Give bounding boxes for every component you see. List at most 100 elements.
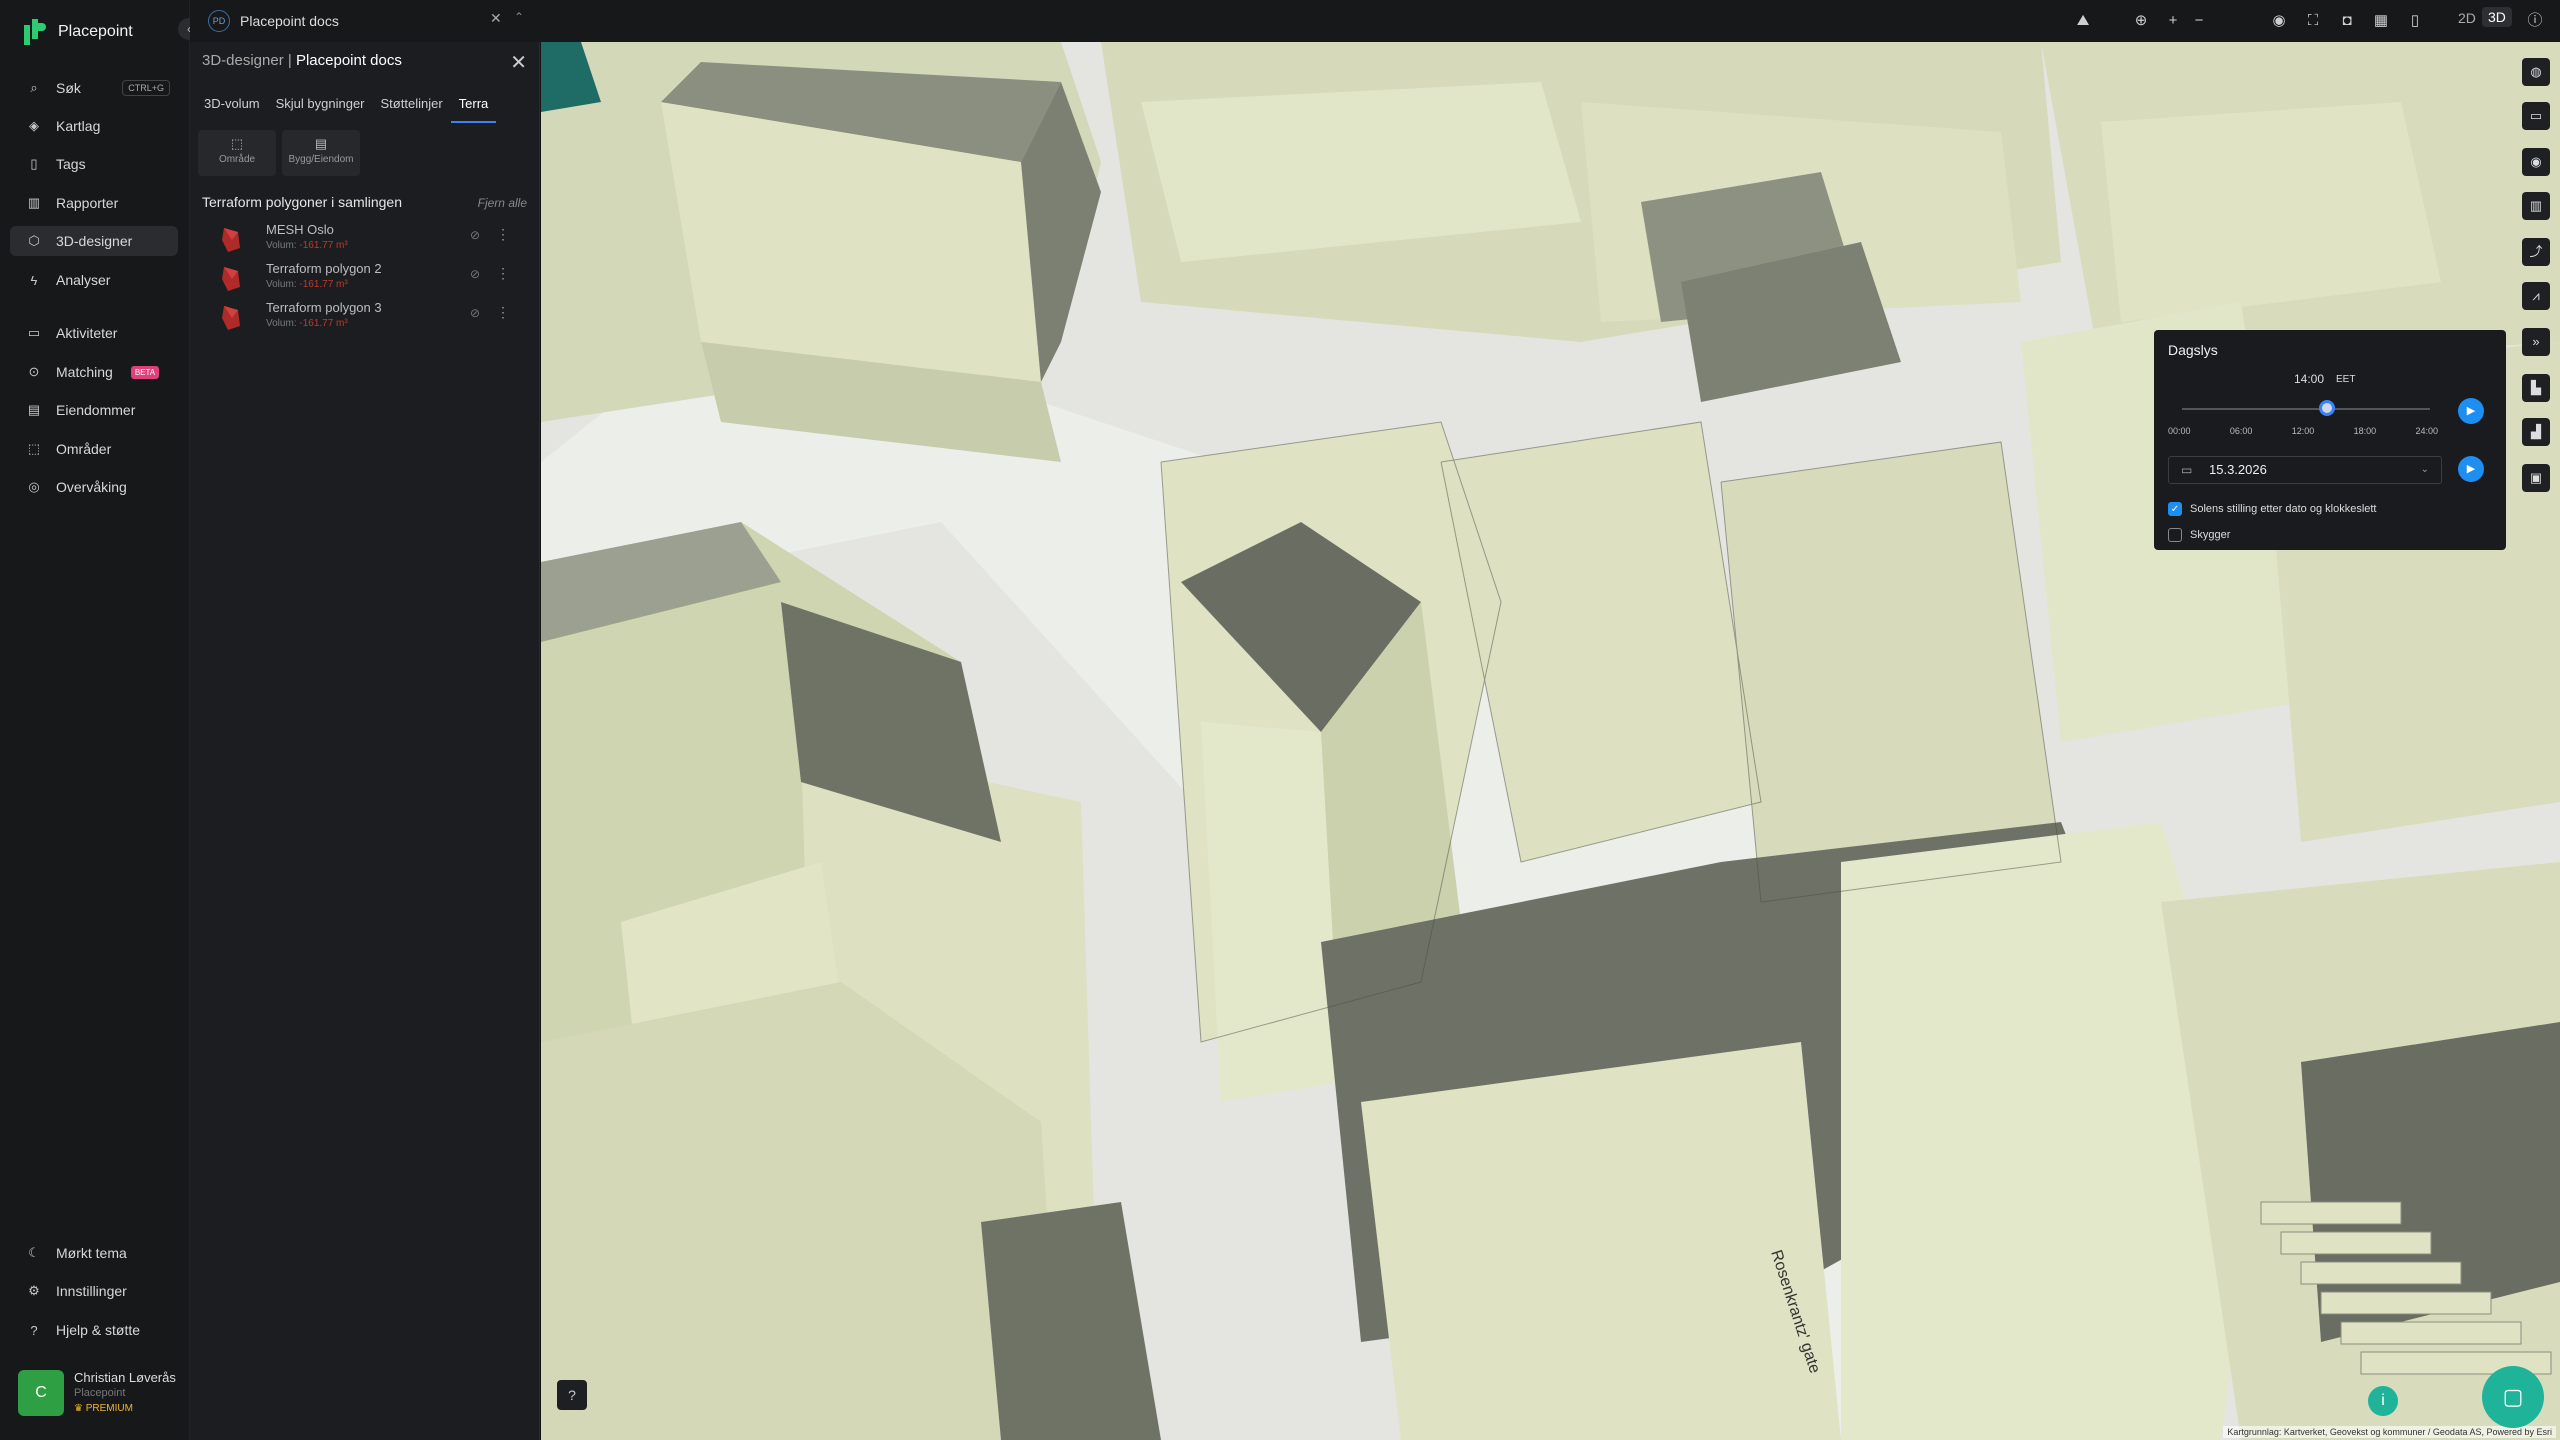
chat-button[interactable]: ▢ <box>2482 1366 2544 1428</box>
sidebar: Placepoint ‹ ⌕ Søk CTRL+G ◈ Kartlag ▯ Ta… <box>0 0 200 1440</box>
search-icon: ⌕ <box>30 80 38 95</box>
sidebar-item-search[interactable]: ⌕ Søk CTRL+G <box>10 73 178 103</box>
help-icon: ? <box>30 1322 38 1338</box>
sidebar-item-label: Områder <box>56 441 112 457</box>
sidebar-item-matching[interactable]: ⊙ Matching BETA <box>10 357 178 387</box>
expand-icon[interactable]: » <box>2522 328 2550 356</box>
polygon-thumbnail <box>222 306 240 330</box>
info-fab[interactable]: i <box>2368 1386 2398 1416</box>
tab-skjul-bygninger[interactable]: Skjul bygninger <box>268 90 373 123</box>
sun-chart-icon[interactable]: ▣ <box>2522 464 2550 492</box>
time-tick: 12:00 <box>2291 426 2315 436</box>
tab-terra[interactable]: Terra <box>450 90 497 123</box>
checkbox-unchecked[interactable] <box>2168 528 2182 542</box>
camera-icon[interactable]: ◘ <box>2336 10 2358 32</box>
tab-3d-volum[interactable]: 3D-volum <box>196 90 268 123</box>
sidebar-item-label: Mørkt tema <box>56 1245 127 1261</box>
more-vertical-icon[interactable]: ⋮ <box>496 265 510 282</box>
app-window: Placepoint ‹ ⌕ Søk CTRL+G ◈ Kartlag ▯ Ta… <box>0 0 2560 1440</box>
area-mode-button[interactable]: ⬚ Område <box>198 130 276 176</box>
sidebar-item-analyser[interactable]: ϟ Analyser <box>10 265 178 295</box>
date-picker[interactable]: ▭ 15.3.2026 ⌄ <box>2168 456 2442 484</box>
sidebar-item-aktiviteter[interactable]: ▭ Aktiviteter <box>10 318 178 348</box>
terrain-profile-icon[interactable]: ⩘ <box>2522 282 2550 310</box>
checkbox-checked[interactable]: ✓ <box>2168 502 2182 516</box>
sidebar-item-eiendommer[interactable]: ▤ Eiendommer <box>10 395 178 425</box>
sidebar-item-label: Rapporter <box>56 195 119 211</box>
more-vertical-icon[interactable]: ⋮ <box>496 304 510 321</box>
eye-off-icon[interactable]: ⊘ <box>470 267 480 281</box>
eye-off-icon[interactable]: ⊘ <box>470 228 480 242</box>
more-vertical-icon[interactable]: ⋮ <box>496 226 510 243</box>
globe-layers-icon[interactable]: ◍ <box>2522 58 2550 86</box>
eye-settings-icon[interactable]: ◉ <box>2522 148 2550 176</box>
button-label: Område <box>218 154 256 165</box>
crown-icon: ♛ <box>74 1403 86 1414</box>
eye-off-icon[interactable]: ⊘ <box>470 306 480 320</box>
document-tab[interactable]: PD Placepoint docs <box>208 8 528 34</box>
sidebar-item-label: Eiendommer <box>56 402 136 418</box>
building-chart-icon[interactable]: ▙ <box>2522 374 2550 402</box>
profile-icon[interactable]: ⤴ <box>2522 238 2550 266</box>
app-name: Placepoint <box>58 23 133 40</box>
help-button[interactable]: ? <box>557 1380 587 1410</box>
bookmark-icon[interactable]: ▯ <box>2404 10 2426 32</box>
chart-icon[interactable]: ▥ <box>2522 192 2550 220</box>
ruler-icon[interactable]: ▭ <box>2522 102 2550 130</box>
polygon-item[interactable]: Terraform polygon 2 Volum: -161.77 m³ ⊘ … <box>220 261 520 297</box>
histogram-icon[interactable]: ▟ <box>2522 418 2550 446</box>
view-2d-toggle[interactable]: 2D <box>2458 10 2476 26</box>
brand[interactable]: Placepoint <box>24 19 133 45</box>
tab-stottelinjer[interactable]: Støttelinjer <box>373 90 451 123</box>
sidebar-item-omrader[interactable]: ⬚ Områder <box>10 434 178 464</box>
zoom-in-icon[interactable]: + <box>2162 10 2184 32</box>
polygon-thumbnail <box>222 228 240 252</box>
close-tab-icon[interactable]: ✕ <box>490 10 502 27</box>
time-slider-track[interactable] <box>2182 408 2430 410</box>
map-attribution: Kartgrunnlag: Kartverket, Geovekst og ko… <box>2223 1426 2556 1438</box>
message-icon: ▭ <box>27 325 41 340</box>
eye-icon[interactable]: ◉ <box>2268 10 2290 32</box>
user-org: Placepoint <box>74 1387 126 1399</box>
sidebar-item-tags[interactable]: ▯ Tags <box>10 149 178 179</box>
sidebar-item-help[interactable]: ? Hjelp & støtte <box>10 1315 178 1345</box>
close-panel-icon[interactable]: ✕ <box>510 50 527 75</box>
sidebar-item-3d-designer[interactable]: ⬡ 3D-designer <box>10 226 178 256</box>
section-title: Terraform polygoner i samlingen <box>202 194 402 210</box>
play-date-button[interactable]: ▶ <box>2458 456 2484 482</box>
info-icon[interactable]: ⓘ <box>2524 10 2546 32</box>
calendar-icon: ▭ <box>2181 463 2193 477</box>
document-badge: PD <box>208 10 230 32</box>
sidebar-item-dark-theme[interactable]: ☾ Mørkt tema <box>10 1238 178 1268</box>
grid-icon[interactable]: ▦ <box>2370 10 2392 32</box>
time-ticks: 00:00 06:00 12:00 18:00 24:00 <box>2168 426 2438 436</box>
checkbox-label: Skygger <box>2190 529 2231 541</box>
breadcrumb: 3D-designer | Placepoint docs <box>202 52 402 69</box>
breadcrumb-separator: | <box>287 52 296 69</box>
zoom-out-icon[interactable]: − <box>2188 10 2210 32</box>
sidebar-item-overvaking[interactable]: ◎ Overvåking <box>10 472 178 502</box>
shadows-checkbox[interactable]: Skygger <box>2168 528 2230 542</box>
building-mode-button[interactable]: ▤ Bygg/Eiendom <box>282 130 360 176</box>
fullscreen-icon[interactable]: ⛶ <box>2302 10 2324 32</box>
user-profile[interactable]: C Christian Løverås Placepoint ♛ PREMIUM <box>18 1370 176 1416</box>
polygon-item[interactable]: MESH Oslo Volum: -161.77 m³ ⊘ ⋮ <box>220 222 520 258</box>
terrain-icon[interactable]: ⛰ <box>2072 10 2094 32</box>
chevron-updown-icon[interactable]: ⌃ <box>514 10 524 24</box>
sun-position-checkbox[interactable]: ✓ Solens stilling etter dato og klokkesl… <box>2168 502 2377 516</box>
compass-icon[interactable]: ⊕ <box>2130 10 2152 32</box>
remove-all-button[interactable]: Fjern alle <box>478 196 527 210</box>
sidebar-item-settings[interactable]: ⚙ Innstillinger <box>10 1276 178 1306</box>
play-time-button[interactable]: ▶ <box>2458 398 2484 424</box>
view-3d-toggle[interactable]: 3D <box>2482 7 2512 27</box>
volume-label: Volum: <box>266 279 297 290</box>
plan-badge: ♛ PREMIUM <box>74 1403 176 1414</box>
time-slider-handle[interactable] <box>2318 400 2335 416</box>
map-3d-view[interactable]: Rosenkrantz' gate ? Kartgrunnlag: Kartve… <box>541 42 2560 1440</box>
breadcrumb-section[interactable]: 3D-designer <box>202 52 284 69</box>
sidebar-item-rapporter[interactable]: ▥ Rapporter <box>10 188 178 218</box>
sidebar-item-kartlag[interactable]: ◈ Kartlag <box>10 111 178 141</box>
time-tick: 06:00 <box>2229 426 2253 436</box>
time-tick: 24:00 <box>2415 426 2438 436</box>
polygon-item[interactable]: Terraform polygon 3 Volum: -161.77 m³ ⊘ … <box>220 300 520 336</box>
